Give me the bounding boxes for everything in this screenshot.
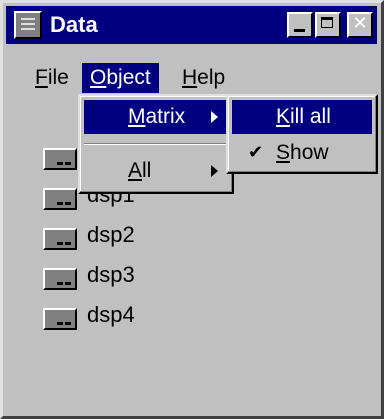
minimize-button[interactable] [287,12,313,38]
object-icon [43,148,77,170]
menu-file[interactable]: File [27,63,77,93]
list-item[interactable]: dsp2 [43,220,243,252]
submenu-arrow-icon [211,165,218,177]
menu-bar: File Object Help [6,61,377,95]
menu-item-kill-all[interactable]: Kill all [232,100,372,134]
list-item[interactable]: dsp3 [43,260,243,292]
maximize-button[interactable] [315,12,341,38]
object-icon [43,228,77,250]
title-bar[interactable]: Data ✕ [6,6,377,44]
menu-item-matrix[interactable]: Matrix [84,100,228,134]
submenu-arrow-icon [211,111,218,123]
window-title: Data [50,12,98,37]
matrix-submenu: Kill all ✔ Show [226,94,378,174]
menu-item-show[interactable]: ✔ Show [232,136,372,170]
object-icon [43,308,77,330]
data-window: Data ✕ File Object Help dsp0 dsp1 dsp2 [0,0,384,419]
checkmark-icon: ✔ [248,142,264,163]
menu-help[interactable]: Help [174,63,233,93]
menu-item-all[interactable]: All [84,154,228,188]
close-button[interactable]: ✕ [347,12,373,38]
list-item[interactable]: dsp4 [43,300,243,332]
object-icon [43,268,77,290]
menu-object[interactable]: Object [82,63,159,93]
menu-separator [84,143,228,145]
object-icon [43,188,77,210]
object-menu-dropdown: Matrix All [78,94,234,194]
app-document-icon[interactable] [14,11,42,39]
